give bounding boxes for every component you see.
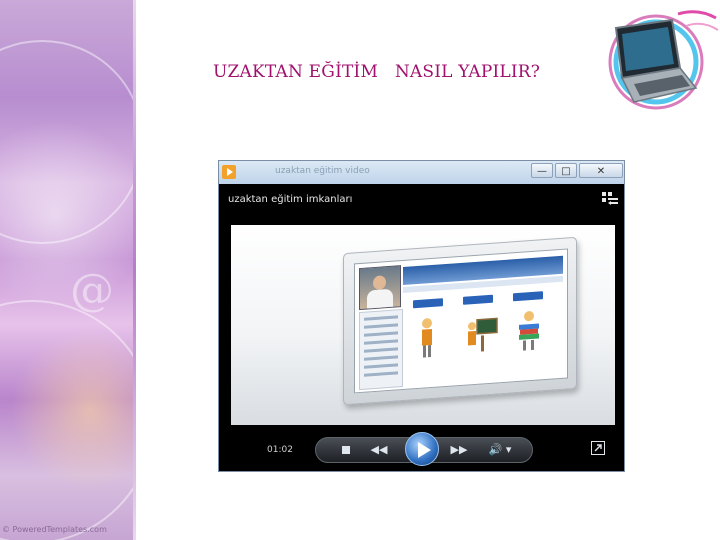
app-icon (222, 165, 236, 179)
presenter-head (373, 275, 386, 291)
decorative-left-strip: @ © PoweredTemplates.com (0, 0, 136, 540)
board-illustration (468, 317, 498, 352)
close-button[interactable]: ✕ (579, 163, 623, 178)
video-area[interactable]: uzaktan eğitim imkanları (219, 184, 624, 449)
strip-edge (133, 0, 136, 540)
layout-switch-icon[interactable] (602, 192, 618, 206)
video-caption: uzaktan eğitim imkanları (228, 194, 353, 205)
minimize-button[interactable]: — (531, 163, 553, 178)
screen-tab (413, 298, 443, 309)
previous-button[interactable]: ◀◀ (368, 443, 390, 457)
webcam-view (359, 265, 401, 311)
window-title: uzaktan eğitim video (275, 166, 370, 176)
books-illustration (519, 311, 539, 351)
watermark-text: © PoweredTemplates.com (2, 525, 107, 534)
monitor-illustration (343, 236, 577, 406)
presenter-body (367, 288, 393, 309)
play-button[interactable] (405, 432, 439, 466)
figure-illustration (422, 318, 432, 358)
playback-controls: 01:02 ◀◀ ▶▶ 🔊 ▾ (219, 429, 624, 471)
screen-sidebar (359, 308, 403, 391)
media-player-window: uzaktan eğitim video — □ ✕ uzaktan eğiti… (218, 160, 625, 472)
screen-tab (463, 294, 493, 305)
at-sign-decoration: @ (70, 265, 114, 316)
next-button[interactable]: ▶▶ (448, 443, 470, 457)
decorative-arc (0, 300, 136, 540)
slide-title: UZAKTAN EĞİTİM NASIL YAPILIR? (213, 62, 541, 82)
screen-tab (513, 291, 543, 302)
volume-button[interactable]: 🔊 ▾ (486, 443, 514, 457)
monitor-screen (354, 248, 568, 394)
stop-button[interactable] (340, 444, 352, 456)
time-display: 01:02 (267, 445, 293, 455)
player-titlebar: uzaktan eğitim video — □ ✕ (219, 161, 624, 184)
laptop-illustration (608, 10, 719, 110)
video-frame (231, 225, 615, 425)
maximize-button[interactable]: □ (555, 163, 577, 178)
fullscreen-icon[interactable] (591, 441, 605, 455)
